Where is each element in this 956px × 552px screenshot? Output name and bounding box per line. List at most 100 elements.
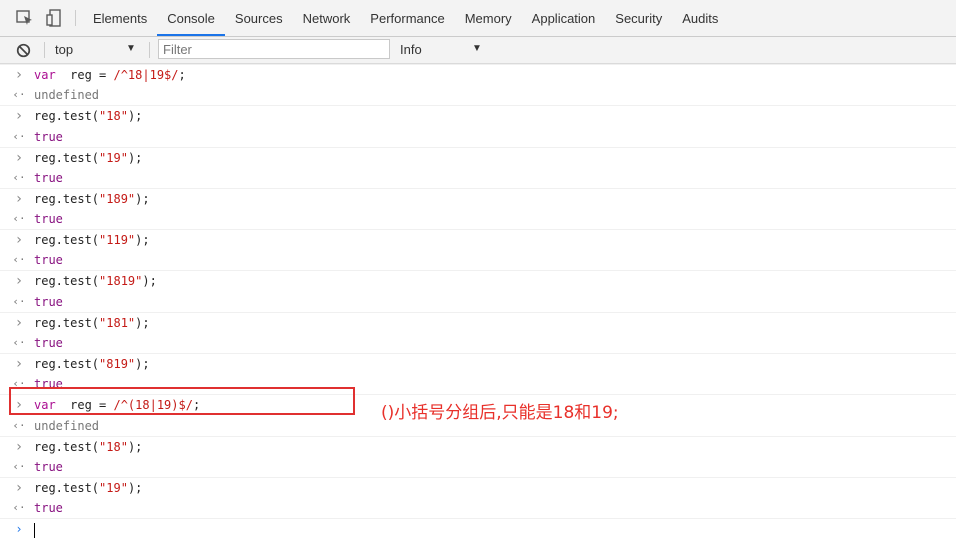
console-input-row: › reg.test("119"); xyxy=(0,229,956,250)
code-token: "18" xyxy=(99,439,128,454)
clear-console-icon[interactable] xyxy=(16,43,31,58)
code-token: "18" xyxy=(99,109,128,124)
console-input-row: › reg.test("19"); xyxy=(0,146,956,168)
console-output-row: ‹· true xyxy=(0,250,956,270)
code-token: ; xyxy=(178,68,186,82)
context-selector[interactable]: top xyxy=(55,41,73,59)
filter-input[interactable] xyxy=(158,39,390,59)
chevron-down-icon[interactable]: ▼ xyxy=(126,43,136,54)
code-token: "19" xyxy=(99,150,128,165)
tab-application[interactable]: Application xyxy=(522,0,606,36)
log-levels-selector[interactable]: Info xyxy=(400,41,422,59)
code-token: reg.test( xyxy=(34,233,100,248)
input-chevron-icon: › xyxy=(14,232,24,249)
code-token: ); xyxy=(142,274,157,289)
code-token: "19" xyxy=(99,480,128,495)
tab-elements[interactable]: Elements xyxy=(83,0,157,36)
code-token: reg = xyxy=(55,68,114,82)
code-token: /^18|19$/ xyxy=(113,68,179,82)
console-messages[interactable]: › var reg = /^18|19$/; ‹· undefined › reg.tes… xyxy=(0,64,956,541)
tab-security[interactable]: Security xyxy=(605,0,672,36)
tab-network[interactable]: Network xyxy=(293,0,361,36)
code-token: reg.test( xyxy=(34,274,100,289)
console-output-row: ‹· true xyxy=(0,292,956,312)
toolbar-divider xyxy=(44,42,45,58)
console-input-text: reg.test("119"); xyxy=(34,230,150,250)
console-input-text: reg.test("19"); xyxy=(34,148,142,168)
code-token: ); xyxy=(127,439,143,454)
input-chevron-icon: › xyxy=(14,190,24,207)
code-token: ); xyxy=(127,480,143,495)
toolbar-divider xyxy=(75,10,76,26)
device-toolbar-icon[interactable] xyxy=(44,8,64,28)
console-output-text: undefined xyxy=(34,418,100,433)
input-chevron-icon: › xyxy=(14,149,24,166)
console-output-row: ‹· true xyxy=(0,457,956,477)
prompt-chevron-icon: › xyxy=(15,522,23,537)
output-arrow-icon: ‹· xyxy=(12,294,26,308)
console-output-text: true xyxy=(34,501,63,516)
code-token: "181" xyxy=(99,315,136,330)
console-output-text: undefined xyxy=(34,88,100,103)
code-token: reg.test( xyxy=(34,357,100,372)
code-token: ); xyxy=(135,191,150,206)
console-output-row: ‹· true xyxy=(0,498,956,518)
input-chevron-icon: › xyxy=(14,314,24,331)
console-input-text: reg.test("1819"); xyxy=(34,271,157,291)
code-token: reg.test( xyxy=(34,191,100,206)
code-token: reg.test( xyxy=(34,439,100,454)
input-chevron-icon: › xyxy=(14,273,24,290)
input-chevron-icon: › xyxy=(14,356,24,373)
input-chevron-icon: › xyxy=(14,67,24,83)
console-output-row: ‹· true xyxy=(0,333,956,353)
console-output-text: true xyxy=(34,294,63,309)
console-input-row: › reg.test("18"); xyxy=(0,435,956,457)
chevron-down-icon[interactable]: ▼ xyxy=(472,43,482,54)
console-output-text: true xyxy=(34,212,63,227)
console-input-row: › reg.test("181"); xyxy=(0,311,956,333)
code-token: ); xyxy=(127,109,143,124)
console-input-text: reg.test("19"); xyxy=(34,478,142,498)
tab-memory[interactable]: Memory xyxy=(455,0,522,36)
input-chevron-icon: › xyxy=(14,108,24,125)
console-input-row: › reg.test("1819"); xyxy=(0,270,956,291)
tab-audits[interactable]: Audits xyxy=(672,0,728,36)
output-arrow-icon: ‹· xyxy=(12,170,26,184)
input-chevron-icon: › xyxy=(14,479,24,496)
console-prompt[interactable]: › xyxy=(0,518,956,541)
console-input-row: › reg.test("819"); xyxy=(0,353,956,374)
console-output-text: true xyxy=(34,253,63,268)
console-output-text: true xyxy=(34,336,63,351)
console-output-row: ‹· true xyxy=(0,127,956,147)
console-output-row: ‹· undefined xyxy=(0,85,956,105)
console-input-row: › reg.test("18"); xyxy=(0,105,956,126)
inspect-element-icon[interactable] xyxy=(15,8,35,28)
tab-performance[interactable]: Performance xyxy=(360,0,454,36)
highlight-box xyxy=(9,387,355,415)
output-arrow-icon: ‹· xyxy=(12,418,26,432)
console-output-text: true xyxy=(34,170,63,185)
annotation-text: ()小括号分组后,只能是18和19; xyxy=(381,403,619,423)
console-output-text: true xyxy=(34,129,63,144)
text-caret xyxy=(34,523,35,539)
code-token: reg.test( xyxy=(34,315,100,330)
toolbar-divider xyxy=(149,42,150,58)
console-input-row: › reg.test("19"); xyxy=(0,476,956,498)
console-input-text: reg.test("819"); xyxy=(34,354,150,374)
console-input-text: reg.test("18"); xyxy=(34,106,142,126)
code-token: "819" xyxy=(99,357,136,372)
code-token: reg.test( xyxy=(34,480,100,495)
code-token: ); xyxy=(135,233,150,248)
code-token: "1819" xyxy=(99,274,143,289)
output-arrow-icon: ‹· xyxy=(12,459,26,473)
console-input-text: reg.test("18"); xyxy=(34,437,142,457)
console-input-text: reg.test("181"); xyxy=(34,313,150,333)
code-token: "119" xyxy=(99,233,136,248)
console-output-row: ‹· true xyxy=(0,209,956,229)
code-token: reg.test( xyxy=(34,109,100,124)
code-token: ); xyxy=(127,150,143,165)
code-token: reg.test( xyxy=(34,150,100,165)
tab-console[interactable]: Console xyxy=(157,0,225,36)
tab-sources[interactable]: Sources xyxy=(225,0,293,36)
code-token: ); xyxy=(135,357,150,372)
